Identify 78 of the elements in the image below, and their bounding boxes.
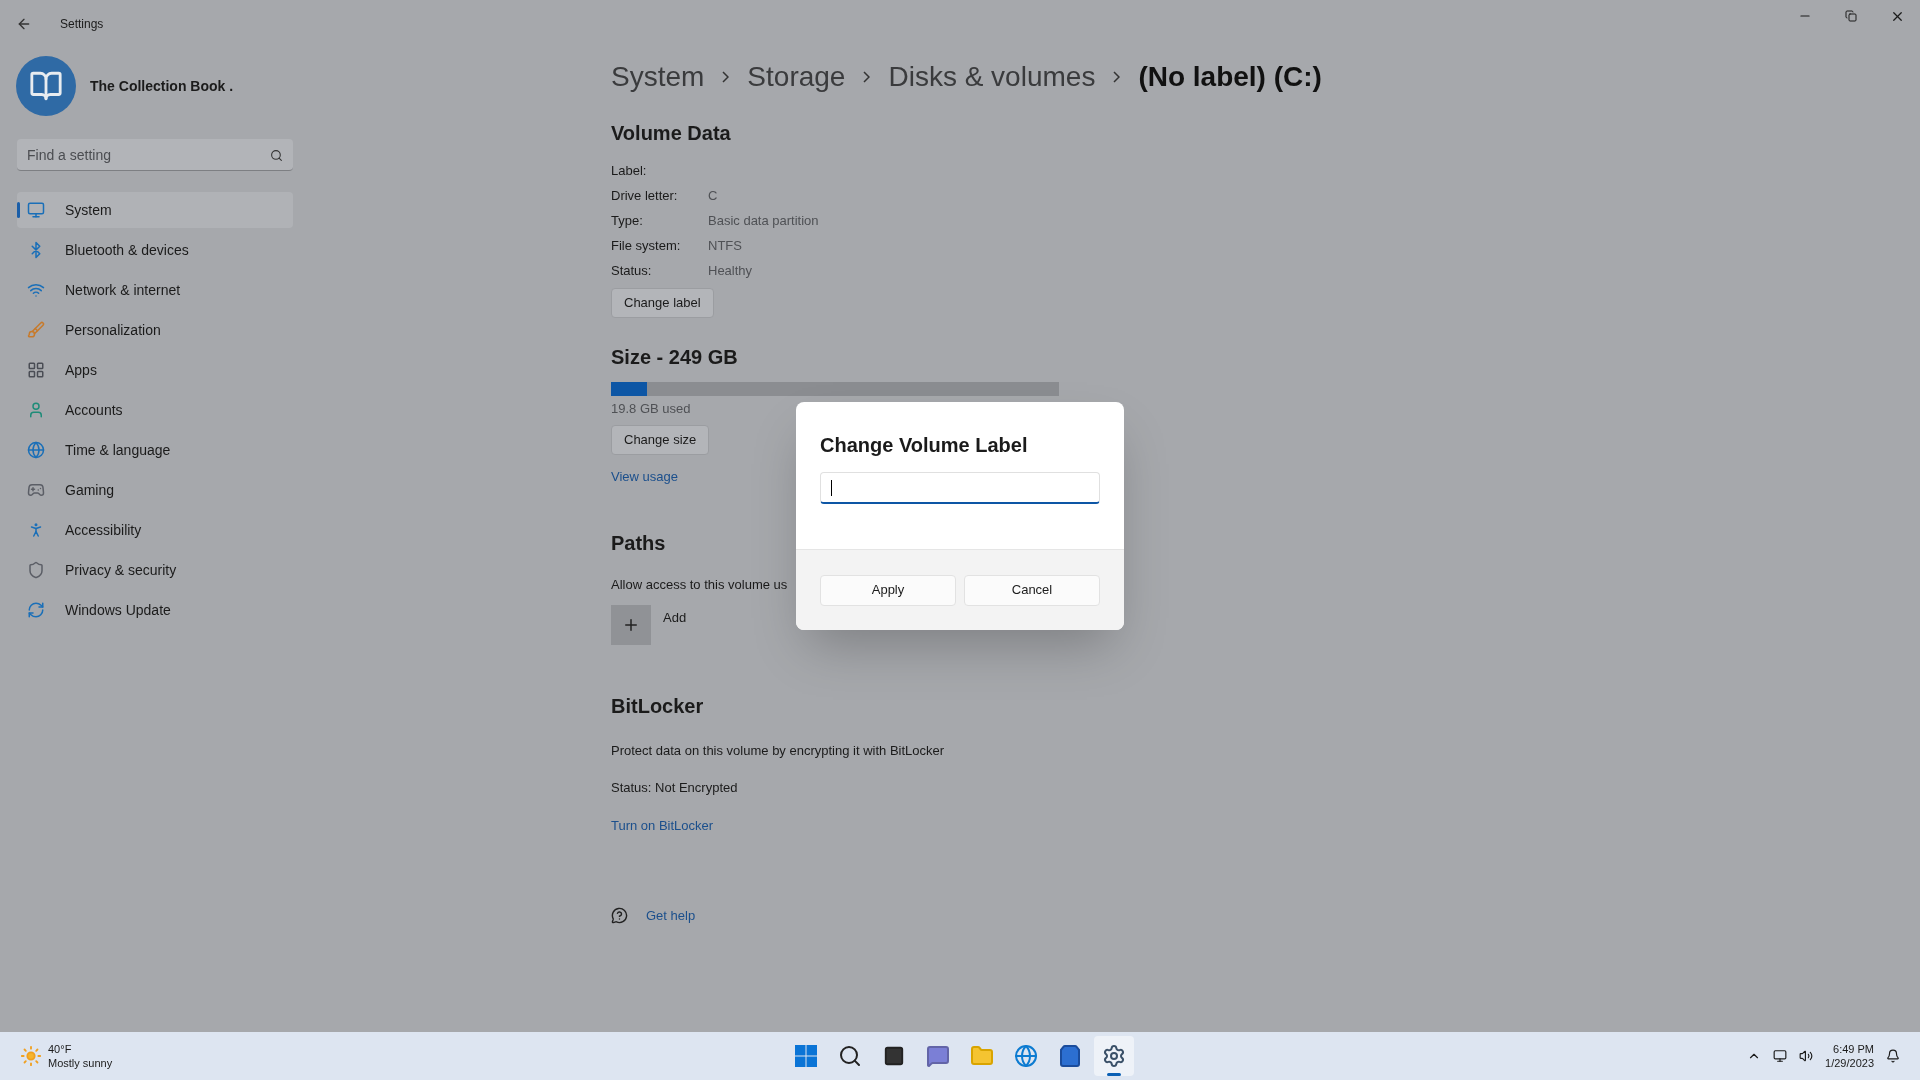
window-title: Settings (60, 16, 104, 33)
property-value: C (708, 186, 718, 205)
property-label: Status: (611, 261, 653, 280)
brush-icon (27, 321, 45, 339)
section-title: BitLocker (611, 693, 705, 719)
dialog-title: Change Volume Label (820, 433, 1029, 458)
notification-icon[interactable] (1886, 1049, 1900, 1063)
nav-item[interactable]: Personalization (17, 312, 293, 348)
nav-item[interactable]: Time & language (17, 432, 293, 468)
breadcrumb-item[interactable]: Disks & volumes (888, 56, 1096, 98)
search-icon (838, 1044, 862, 1068)
property-label: File system: (611, 236, 682, 255)
restore-icon (1845, 10, 1857, 22)
help-icon (611, 907, 628, 925)
add-label: Add (663, 608, 687, 627)
property-value: NTFS (708, 236, 742, 255)
search-icon (270, 149, 283, 162)
shield-icon (27, 561, 45, 579)
breadcrumb-item[interactable]: Storage (747, 56, 846, 98)
turn-on-bitlocker-link[interactable]: Turn on BitLocker (611, 815, 714, 835)
section-title: Size - 249 GB (611, 345, 739, 370)
bitlocker-description: Protect data on this volume by encrypting it with BitLocker (611, 741, 946, 760)
nav-item[interactable]: Gaming (17, 472, 293, 508)
update-icon (27, 601, 45, 619)
settings-icon (1102, 1044, 1126, 1068)
change-label-button[interactable]: Change label (611, 288, 714, 318)
wifi-icon (27, 281, 45, 299)
dialog-button[interactable]: Cancel (964, 574, 1100, 606)
monitor-icon (27, 201, 45, 219)
folder-icon (970, 1044, 994, 1068)
dialog-button[interactable]: Apply (820, 574, 956, 606)
section-title: Volume Data (611, 121, 732, 146)
nav-item[interactable]: System (17, 192, 293, 228)
label-input-field[interactable] (820, 472, 1100, 504)
windows-logo-icon (794, 1044, 818, 1068)
back-icon[interactable] (16, 16, 32, 32)
view-usage-link[interactable]: View usage (611, 466, 678, 486)
weather-condition: Mostly sunny (48, 1056, 113, 1070)
avatar-icon (16, 56, 76, 116)
network-icon[interactable] (1773, 1049, 1788, 1063)
chat-icon (926, 1044, 950, 1068)
clock-date: 1/29/2023 (1825, 1056, 1874, 1070)
nav-item[interactable]: Bluetooth & devices (17, 232, 293, 268)
chevron-icon (1113, 71, 1121, 83)
breadcrumb-item[interactable]: System (611, 56, 705, 98)
nav-item[interactable]: Privacy & security (17, 552, 293, 588)
add-button[interactable] (611, 604, 651, 645)
change-size-button[interactable]: Change size (611, 424, 710, 455)
weather-temperature: 40°F (48, 1042, 73, 1056)
chevron-icon (863, 71, 871, 83)
nav-item[interactable]: Accounts (17, 392, 293, 428)
property-label: Label: (611, 161, 648, 180)
taskbar-app[interactable] (1094, 1036, 1134, 1076)
property-value: Healthy (708, 261, 753, 280)
nav-item[interactable]: Network & internet (17, 272, 293, 308)
weather-icon (20, 1045, 42, 1067)
gamepad-icon (27, 481, 45, 499)
account-name: The Collection Book . (90, 76, 234, 96)
section-title: Paths (611, 531, 667, 556)
breadcrumb-item: (No label) (C:) (1138, 60, 1322, 94)
used-text: 19.8 GB used (611, 400, 692, 418)
bitlocker-status: Status: Not Encrypted (611, 779, 739, 797)
paths-description: Allow access to this volume us (611, 576, 788, 594)
clock-time: 6:49 PM (1833, 1042, 1874, 1056)
volume-icon[interactable] (1799, 1049, 1814, 1063)
nav-item[interactable]: Apps (17, 352, 293, 388)
property-label: Drive letter: (611, 186, 679, 205)
apps-icon (27, 361, 45, 379)
get-help-link[interactable]: Get help (646, 906, 696, 926)
nav-item[interactable]: Accessibility (17, 512, 293, 548)
property-label: Type: (611, 211, 644, 230)
nav-item[interactable]: Windows Update (17, 592, 293, 628)
chevron-icon (722, 71, 730, 83)
person-icon (27, 401, 45, 419)
search-field[interactable]: Find a setting (17, 139, 293, 171)
globe-icon (27, 441, 45, 459)
browser-icon (1014, 1044, 1038, 1068)
property-value: Basic data partition (708, 211, 819, 230)
